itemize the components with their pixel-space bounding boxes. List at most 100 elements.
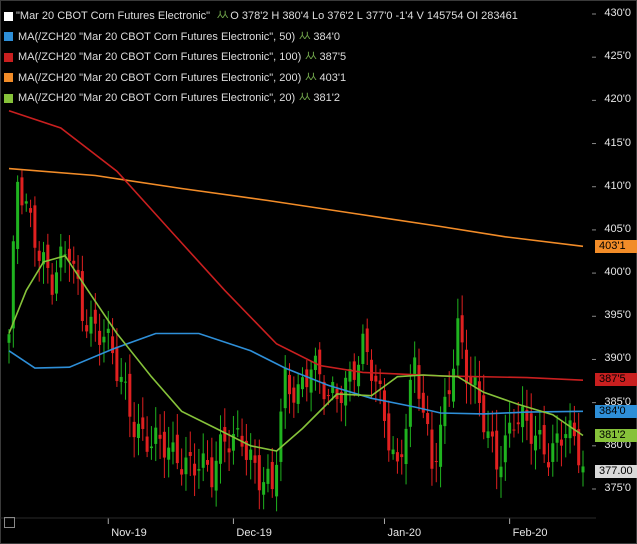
y-tick-label: 390'0: [604, 352, 631, 365]
legend-study-value: 384'0: [313, 30, 340, 43]
candle-body: [521, 406, 525, 428]
candle-body: [167, 447, 171, 460]
candle-body: [404, 428, 408, 465]
candle-body: [197, 469, 201, 471]
candle-body: [568, 420, 572, 439]
candle-body: [439, 424, 443, 467]
legend-study-name: MA(/ZCH20 "Mar 20 CBOT Corn Futures Elec…: [18, 71, 302, 84]
candle-body: [529, 413, 533, 444]
legend-study-value: 387'5: [319, 51, 347, 63]
price-tag-ma20: 381'2: [595, 428, 637, 442]
price-tag-ma100: 387'5: [595, 373, 637, 387]
candle-body: [283, 367, 287, 409]
candle-body: [464, 349, 468, 384]
candle-body: [193, 463, 197, 476]
candle-body: [452, 368, 456, 402]
y-tick-label: 415'0: [604, 136, 631, 149]
candle-body: [106, 328, 110, 333]
candle-body: [426, 413, 430, 425]
candle-body: [495, 430, 499, 470]
candle-body: [538, 429, 542, 435]
candle-body: [477, 381, 481, 403]
ma200-line: [8, 167, 584, 248]
x-tick-label: Dec-19: [236, 527, 272, 539]
y-tick-label: 425'0: [604, 50, 631, 63]
candle-body: [54, 272, 58, 294]
candle-body: [378, 380, 382, 384]
y-tick-label: 400'0: [604, 266, 631, 279]
candle-body: [7, 334, 11, 343]
legend-study-name: MA(/ZCH20 "Mar 20 CBOT Corn Futures Elec…: [18, 51, 302, 63]
candle-body: [357, 364, 361, 387]
legend-low-label: Lo: [311, 10, 325, 22]
study-settings-icon[interactable]: ⅄⅄: [305, 47, 316, 68]
chart-corner-toggle[interactable]: [4, 517, 15, 528]
candle-body: [93, 309, 97, 324]
candle-body: [279, 411, 283, 462]
candle-body: [85, 325, 89, 332]
legend-study-ma50[interactable]: MA(/ZCH20 "Mar 20 CBOT Corn Futures Elec…: [4, 27, 521, 48]
candle-body: [408, 379, 412, 427]
candle-body: [516, 422, 520, 425]
candle-body: [542, 425, 546, 455]
candle-body: [201, 453, 205, 468]
candle-body: [236, 428, 240, 430]
candle-body: [275, 464, 279, 497]
candle-body: [119, 376, 123, 382]
candle-body: [37, 250, 41, 261]
chart-legend: "Mar 20 CBOT Corn Futures Electronic" ⅄⅄…: [4, 6, 521, 109]
candle-body: [136, 423, 140, 439]
candle-body: [149, 446, 153, 449]
study-settings-icon[interactable]: ⅄⅄: [217, 6, 228, 27]
candle-body: [365, 328, 369, 353]
x-tick-label: Jan-20: [387, 527, 422, 539]
study-settings-icon[interactable]: ⅄⅄: [299, 27, 310, 48]
candle-body: [154, 427, 158, 444]
legend-main-name: "Mar 20 CBOT Corn Futures Electronic": [16, 10, 211, 22]
legend-study-ma20[interactable]: MA(/ZCH20 "Mar 20 CBOT Corn Futures Elec…: [4, 88, 521, 109]
legend-main-row[interactable]: "Mar 20 CBOT Corn Futures Electronic" ⅄⅄…: [4, 6, 521, 27]
candle-body: [262, 482, 266, 495]
candle-body: [503, 435, 507, 463]
legend-high: 380'4: [282, 10, 309, 22]
candle-body: [158, 434, 162, 439]
legend-volume: 145754: [426, 10, 464, 22]
y-tick-label: 375'0: [604, 482, 631, 494]
candle-body: [374, 375, 378, 382]
y-tick-label: 395'0: [604, 309, 631, 322]
candle-body: [460, 315, 464, 343]
candle-body: [111, 336, 115, 354]
candle-body: [249, 449, 253, 460]
candle-body: [72, 260, 76, 264]
legend-oi-label: OI: [466, 10, 479, 22]
y-tick-label: 420'0: [604, 93, 631, 106]
candle-body: [162, 431, 166, 458]
candle-body: [223, 427, 227, 442]
candle-body: [551, 443, 555, 462]
price-tag-last: 377.00: [595, 465, 637, 479]
candle-body: [469, 376, 473, 384]
candle-body: [80, 271, 84, 321]
candle-body: [33, 205, 37, 248]
candle-body: [141, 417, 145, 429]
candle-body: [180, 469, 184, 475]
x-tick-label: Feb-20: [512, 527, 548, 539]
legend-high-label: H: [271, 10, 280, 22]
study-settings-icon[interactable]: ⅄⅄: [299, 88, 310, 109]
candle-body: [387, 413, 391, 451]
candle-body: [171, 442, 175, 452]
candle-body: [486, 431, 490, 438]
candle-body: [266, 468, 270, 484]
candle-body: [382, 390, 386, 421]
study-settings-icon[interactable]: ⅄⅄: [305, 68, 316, 89]
candle-body: [443, 396, 447, 427]
candle-body: [257, 455, 261, 491]
candle-body: [210, 457, 214, 488]
candle-body: [447, 390, 451, 395]
candle-body: [227, 448, 231, 453]
legend-low: 376'2: [327, 10, 354, 22]
legend-study-value: 403'1: [319, 71, 347, 84]
legend-study-ma200[interactable]: MA(/ZCH20 "Mar 20 CBOT Corn Futures Elec…: [4, 68, 521, 89]
legend-change: -1'4: [395, 10, 414, 22]
legend-study-ma100[interactable]: MA(/ZCH20 "Mar 20 CBOT Corn Futures Elec…: [4, 47, 521, 68]
